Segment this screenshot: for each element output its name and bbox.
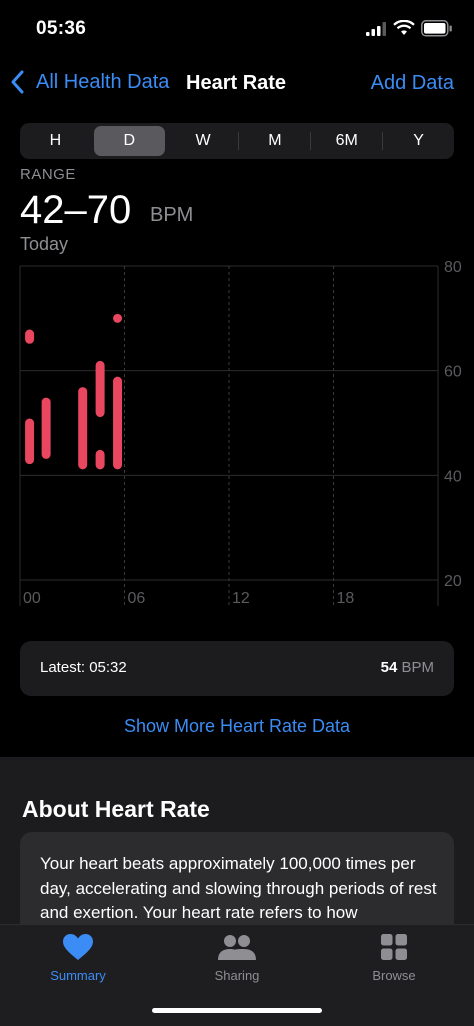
heart-rate-bar <box>41 397 51 459</box>
add-data-button[interactable]: Add Data <box>371 72 454 95</box>
x-tick-label: 00 <box>23 590 41 607</box>
y-tick-label: 80 <box>444 259 462 276</box>
heart-rate-bar <box>95 360 105 418</box>
grid-icon <box>381 934 407 960</box>
range-date: Today <box>20 234 69 254</box>
range-value: 42–70 <box>20 188 132 232</box>
tab-summary[interactable]: Summary <box>18 933 138 983</box>
segment-week[interactable]: W <box>168 126 239 156</box>
tab-browse-label: Browse <box>372 968 416 983</box>
range-unit: BPM <box>150 204 194 226</box>
x-tick-label: 06 <box>128 590 146 607</box>
people-icon <box>218 935 256 960</box>
segment-six-month[interactable]: 6M <box>311 126 382 156</box>
chevron-left-icon <box>11 70 24 94</box>
y-tick-label: 60 <box>444 364 462 381</box>
heart-rate-bar <box>113 376 123 470</box>
time-range-segmented-control: H D W M 6M Y <box>20 123 454 159</box>
range-label: RANGE <box>20 166 76 183</box>
back-button[interactable]: All Health Data <box>10 70 169 94</box>
page-title: Heart Rate <box>186 72 287 94</box>
heart-rate-bar <box>25 418 35 465</box>
tab-sharing[interactable]: Sharing <box>177 933 297 983</box>
chart-ticks: 80 60 40 20 00 06 12 18 <box>23 259 462 607</box>
heart-icon <box>63 934 93 960</box>
heart-rate-bar <box>113 313 123 323</box>
show-more-link[interactable]: Show More Heart Rate Data <box>0 716 474 737</box>
y-tick-label: 40 <box>444 468 462 485</box>
segment-day[interactable]: D <box>93 126 165 156</box>
heart-rate-bar <box>78 387 88 470</box>
segment-hour[interactable]: H <box>20 126 91 156</box>
heart-rate-bar <box>25 329 35 344</box>
wifi-icon <box>393 20 415 35</box>
status-time: 05:36 <box>36 18 87 39</box>
about-title: About Heart Rate <box>22 796 210 822</box>
x-tick-label: 18 <box>337 590 355 607</box>
y-tick-label: 20 <box>444 573 462 590</box>
home-indicator <box>152 1008 322 1013</box>
cellular-signal-icon <box>366 22 386 36</box>
latest-bpm-unit: BPM <box>401 659 434 676</box>
tab-summary-label: Summary <box>50 968 106 983</box>
latest-label: Latest: 05:32 <box>40 659 127 676</box>
latest-value: 54 BPM <box>381 659 434 676</box>
back-label: All Health Data <box>36 70 170 93</box>
tab-sharing-label: Sharing <box>214 968 260 983</box>
battery-icon <box>421 20 452 37</box>
chart-bars <box>25 313 123 470</box>
x-tick-label: 12 <box>232 590 250 607</box>
about-text: Your heart beats approximately 100,000 t… <box>40 854 437 922</box>
heart-rate-bar <box>95 449 105 470</box>
segment-year[interactable]: Y <box>383 126 454 156</box>
heart-rate-chart[interactable]: 80 60 40 20 00 06 12 18 <box>0 255 474 615</box>
latest-bpm-value: 54 <box>380 659 398 676</box>
tab-browse[interactable]: Browse <box>334 933 454 983</box>
segment-month[interactable]: M <box>239 126 310 156</box>
latest-reading-card[interactable]: Latest: 05:32 54 BPM <box>20 641 454 696</box>
